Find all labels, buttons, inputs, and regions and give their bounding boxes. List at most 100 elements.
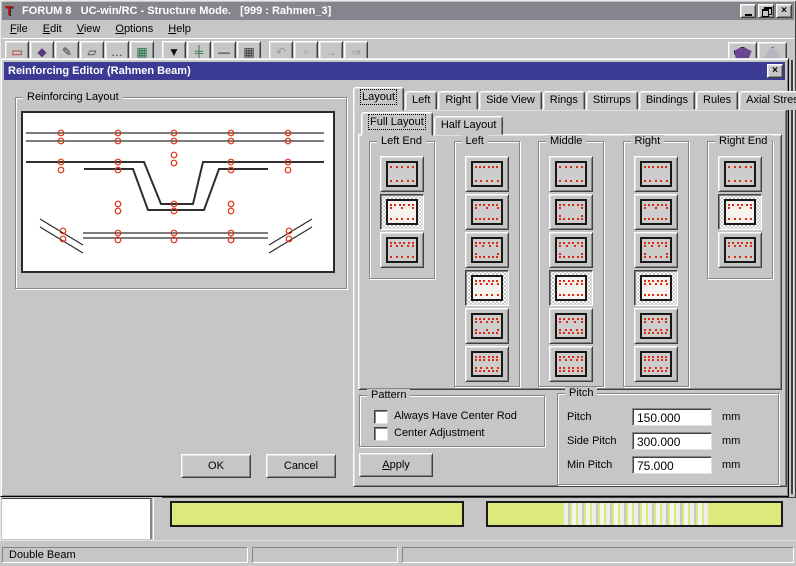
rebar-bottom-rows xyxy=(728,217,752,221)
rebar-dot xyxy=(577,204,579,206)
pitch-input[interactable]: 150.000 xyxy=(632,408,712,426)
side-pitch-input[interactable]: 300.000 xyxy=(632,432,712,450)
rebar-pattern-button-right-end-2[interactable] xyxy=(718,194,762,230)
rebar-dot xyxy=(734,256,736,258)
rebar-dot xyxy=(394,242,396,244)
apply-button[interactable]: Apply xyxy=(359,453,433,477)
subtab-half-layout[interactable]: Half Layout xyxy=(434,116,504,135)
rebar-pattern-button-left-4[interactable] xyxy=(465,270,509,306)
dot-row xyxy=(475,166,499,168)
min-pitch-field-label: Min Pitch xyxy=(567,459,612,472)
rebar-pattern-button-left-3[interactable] xyxy=(465,232,509,268)
rebar-dot xyxy=(403,242,405,244)
tab-right[interactable]: Right xyxy=(438,91,478,110)
rebar-pattern-button-middle-6[interactable] xyxy=(549,346,593,382)
rebar-stripes xyxy=(564,503,708,525)
full-layout-panel: Left EndLeftMiddleRightRight End xyxy=(358,134,782,390)
rebar-dot xyxy=(728,256,730,258)
dot-row xyxy=(728,218,752,220)
rebar-top-rows xyxy=(390,203,414,210)
rebar-dot xyxy=(750,218,752,220)
restore-button[interactable] xyxy=(758,4,774,18)
rebar-dot xyxy=(649,367,651,369)
rebar-pattern-button-right-1[interactable] xyxy=(634,156,678,192)
tab-stirrups-label: Stirrups xyxy=(593,94,631,106)
dialog-close-button[interactable]: × xyxy=(767,64,783,78)
menu-item-edit[interactable]: Edit xyxy=(37,21,71,37)
rebar-dot xyxy=(475,166,477,168)
rebar-pattern-button-left-2[interactable] xyxy=(465,194,509,230)
rebar-pattern-button-middle-3[interactable] xyxy=(549,232,593,268)
rebar-dot xyxy=(479,242,481,244)
tab-left-label: Left xyxy=(412,94,430,106)
rebar-dot xyxy=(666,329,668,331)
rebar-pattern-button-left-end-2[interactable] xyxy=(380,194,424,230)
beam-segment-left xyxy=(170,501,464,527)
rebar-dot xyxy=(475,294,477,296)
rebar-dot xyxy=(576,180,578,182)
ok-button[interactable]: OK xyxy=(181,454,251,478)
rebar-dot xyxy=(488,204,490,206)
rebar-pattern-button-right-3[interactable] xyxy=(634,232,678,268)
rebar-dot xyxy=(559,256,561,258)
dot-row xyxy=(559,359,583,361)
rebar-dot xyxy=(563,256,565,258)
rebar-dot xyxy=(652,356,654,358)
rebar-pattern-button-middle-4[interactable] xyxy=(549,270,593,306)
rebar-pattern-button-middle-2[interactable] xyxy=(549,194,593,230)
menu-item-help[interactable]: Help xyxy=(162,21,200,37)
subtab-half-layout-label: Half Layout xyxy=(441,119,497,131)
rebar-dot xyxy=(739,180,741,182)
tab-rings[interactable]: Rings xyxy=(543,91,585,110)
pitch-field-label: Pitch xyxy=(567,411,591,424)
tab-axial-stress[interactable]: Axial Stress xyxy=(739,91,796,110)
dot-row xyxy=(644,321,668,323)
rebar-pattern-button-right-end-3[interactable] xyxy=(718,232,762,268)
rebar-pattern-button-right-2[interactable] xyxy=(634,194,678,230)
rebar-pattern-button-right-6[interactable] xyxy=(634,346,678,382)
rebar-dot xyxy=(739,256,741,258)
rebar-dot xyxy=(492,204,494,206)
rebar-pattern-button-left-end-3[interactable] xyxy=(380,232,424,268)
tab-rules[interactable]: Rules xyxy=(696,91,738,110)
tab-left[interactable]: Left xyxy=(405,91,437,110)
rebar-dot xyxy=(655,180,657,182)
dot-row xyxy=(644,204,668,206)
dot-row xyxy=(644,166,668,168)
cancel-button[interactable]: Cancel xyxy=(266,454,336,478)
rebar-bottom-rows xyxy=(475,293,499,297)
rebar-pattern-button-left-1[interactable] xyxy=(465,156,509,192)
menu-item-options[interactable]: Options xyxy=(109,21,162,37)
rebar-top-rows xyxy=(644,317,668,324)
rebar-dot xyxy=(577,242,579,244)
rebar-pattern-button-right-5[interactable] xyxy=(634,308,678,344)
rebar-pattern-button-middle-1[interactable] xyxy=(549,156,593,192)
center-adjustment-checkbox[interactable] xyxy=(374,427,388,441)
menu-item-file[interactable]: File xyxy=(4,21,37,37)
rebar-dot xyxy=(644,280,646,282)
tab-bindings[interactable]: Bindings xyxy=(639,91,695,110)
rebar-pattern-button-left-end-1[interactable] xyxy=(380,156,424,192)
rebar-dot xyxy=(568,218,570,220)
rebar-dot xyxy=(576,329,578,331)
subtab-full-layout[interactable]: Full Layout xyxy=(361,112,433,136)
minimize-icon xyxy=(745,14,752,16)
rebar-dot xyxy=(581,294,583,296)
rebar-dot xyxy=(737,204,739,206)
menu-item-view[interactable]: View xyxy=(71,21,110,37)
rebar-pattern-button-left-5[interactable] xyxy=(465,308,509,344)
rebar-dot xyxy=(572,280,574,282)
rebar-pattern-button-right-4[interactable] xyxy=(634,270,678,306)
tab-side-view[interactable]: Side View xyxy=(479,91,542,110)
rebar-pattern-button-right-end-1[interactable] xyxy=(718,156,762,192)
tab-stirrups[interactable]: Stirrups xyxy=(586,91,638,110)
rebar-pattern-button-left-6[interactable] xyxy=(465,346,509,382)
rebar-line xyxy=(40,227,83,253)
minimize-button[interactable] xyxy=(740,4,756,18)
close-button[interactable]: × xyxy=(776,4,792,18)
tab-layout[interactable]: Layout xyxy=(353,87,404,111)
always-have-center-rod-checkbox[interactable] xyxy=(374,410,388,424)
rebar-dot xyxy=(666,207,668,209)
min-pitch-input[interactable]: 75.000 xyxy=(632,456,712,474)
rebar-pattern-button-middle-5[interactable] xyxy=(549,308,593,344)
